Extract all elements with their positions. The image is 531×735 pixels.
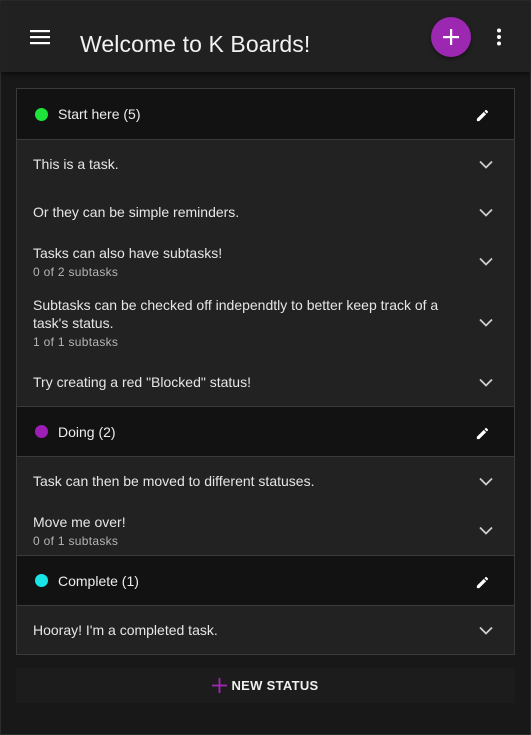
more-options-button[interactable] bbox=[487, 23, 511, 51]
hamburger-icon bbox=[30, 30, 50, 45]
task-item[interactable]: This is a task. bbox=[17, 140, 514, 188]
task-item[interactable]: Try creating a red "Blocked" status! bbox=[17, 358, 514, 406]
new-status-label: NEW STATUS bbox=[231, 678, 319, 693]
task-title: This is a task. bbox=[33, 156, 119, 172]
expand-task-button[interactable] bbox=[478, 314, 494, 330]
status-section-doing: Doing (2) Task can then be moved to diff… bbox=[17, 406, 514, 555]
subtask-count: 0 of 2 subtasks bbox=[33, 264, 119, 279]
status-section-start-here: Start here (5) This is a task. Or they c… bbox=[17, 89, 514, 406]
task-item[interactable]: Hooray! I'm a completed task. bbox=[17, 606, 514, 654]
chevron-down-icon bbox=[479, 626, 493, 635]
new-status-button[interactable]: NEW STATUS bbox=[16, 668, 515, 703]
status-header: Doing (2) bbox=[17, 406, 514, 457]
status-header: Complete (1) bbox=[17, 555, 514, 606]
status-header: Start here (5) bbox=[17, 89, 514, 140]
chevron-down-icon bbox=[479, 477, 493, 486]
chevron-down-icon bbox=[479, 526, 493, 535]
task-item[interactable]: Move me over! 0 of 1 subtasks bbox=[17, 505, 514, 555]
expand-task-button[interactable] bbox=[478, 374, 494, 390]
task-item[interactable]: Subtasks can be checked off independtly … bbox=[17, 286, 514, 358]
expand-task-button[interactable] bbox=[478, 156, 494, 172]
menu-button[interactable] bbox=[23, 23, 57, 51]
status-name: Complete (1) bbox=[58, 572, 139, 589]
pencil-icon bbox=[476, 427, 488, 439]
expand-task-button[interactable] bbox=[478, 522, 494, 538]
app-window: Welcome to K Boards! Start here (5) This… bbox=[0, 0, 531, 735]
status-name: Start here (5) bbox=[58, 106, 141, 122]
app-bar: Welcome to K Boards! bbox=[1, 1, 530, 72]
chevron-down-icon bbox=[479, 378, 493, 387]
status-color-dot bbox=[35, 425, 48, 438]
status-color-dot bbox=[35, 107, 48, 121]
expand-task-button[interactable] bbox=[478, 473, 494, 489]
pencil-icon bbox=[476, 576, 488, 588]
add-task-button[interactable] bbox=[431, 17, 471, 57]
task-title: Try creating a red "Blocked" status! bbox=[33, 374, 251, 390]
subtask-count: 0 of 1 subtasks bbox=[33, 533, 119, 548]
task-item[interactable]: Or they can be simple reminders. bbox=[17, 188, 514, 236]
expand-task-button[interactable] bbox=[478, 253, 494, 269]
status-section-complete: Complete (1) Hooray! I'm a completed tas… bbox=[17, 555, 514, 654]
chevron-down-icon bbox=[479, 257, 493, 266]
task-title: Tasks can also have subtasks! bbox=[33, 244, 223, 261]
status-color-dot bbox=[35, 574, 48, 587]
subtask-count: 1 of 1 subtasks bbox=[33, 334, 119, 349]
chevron-down-icon bbox=[479, 318, 493, 327]
edit-status-button[interactable] bbox=[472, 423, 492, 443]
task-title: Or they can be simple reminders. bbox=[33, 204, 240, 220]
task-title: Move me over! bbox=[33, 513, 126, 530]
task-item[interactable]: Tasks can also have subtasks! 0 of 2 sub… bbox=[17, 236, 514, 286]
plus-icon bbox=[212, 678, 228, 693]
edit-status-button[interactable] bbox=[472, 572, 492, 592]
status-name: Doing (2) bbox=[58, 423, 116, 440]
edit-status-button[interactable] bbox=[472, 105, 492, 125]
pencil-icon bbox=[476, 109, 488, 121]
task-title: Subtasks can be checked off independtly … bbox=[33, 296, 439, 331]
page-title: Welcome to K Boards! bbox=[80, 31, 311, 57]
status-board: Start here (5) This is a task. Or they c… bbox=[16, 88, 515, 655]
chevron-down-icon bbox=[479, 208, 493, 217]
plus-icon bbox=[443, 29, 459, 45]
expand-task-button[interactable] bbox=[478, 622, 494, 638]
task-item[interactable]: Task can then be moved to different stat… bbox=[17, 457, 514, 505]
expand-task-button[interactable] bbox=[478, 204, 494, 220]
task-title: Task can then be moved to different stat… bbox=[33, 473, 315, 489]
task-title: Hooray! I'm a completed task. bbox=[33, 622, 218, 638]
kebab-icon bbox=[497, 28, 501, 46]
chevron-down-icon bbox=[479, 160, 493, 169]
